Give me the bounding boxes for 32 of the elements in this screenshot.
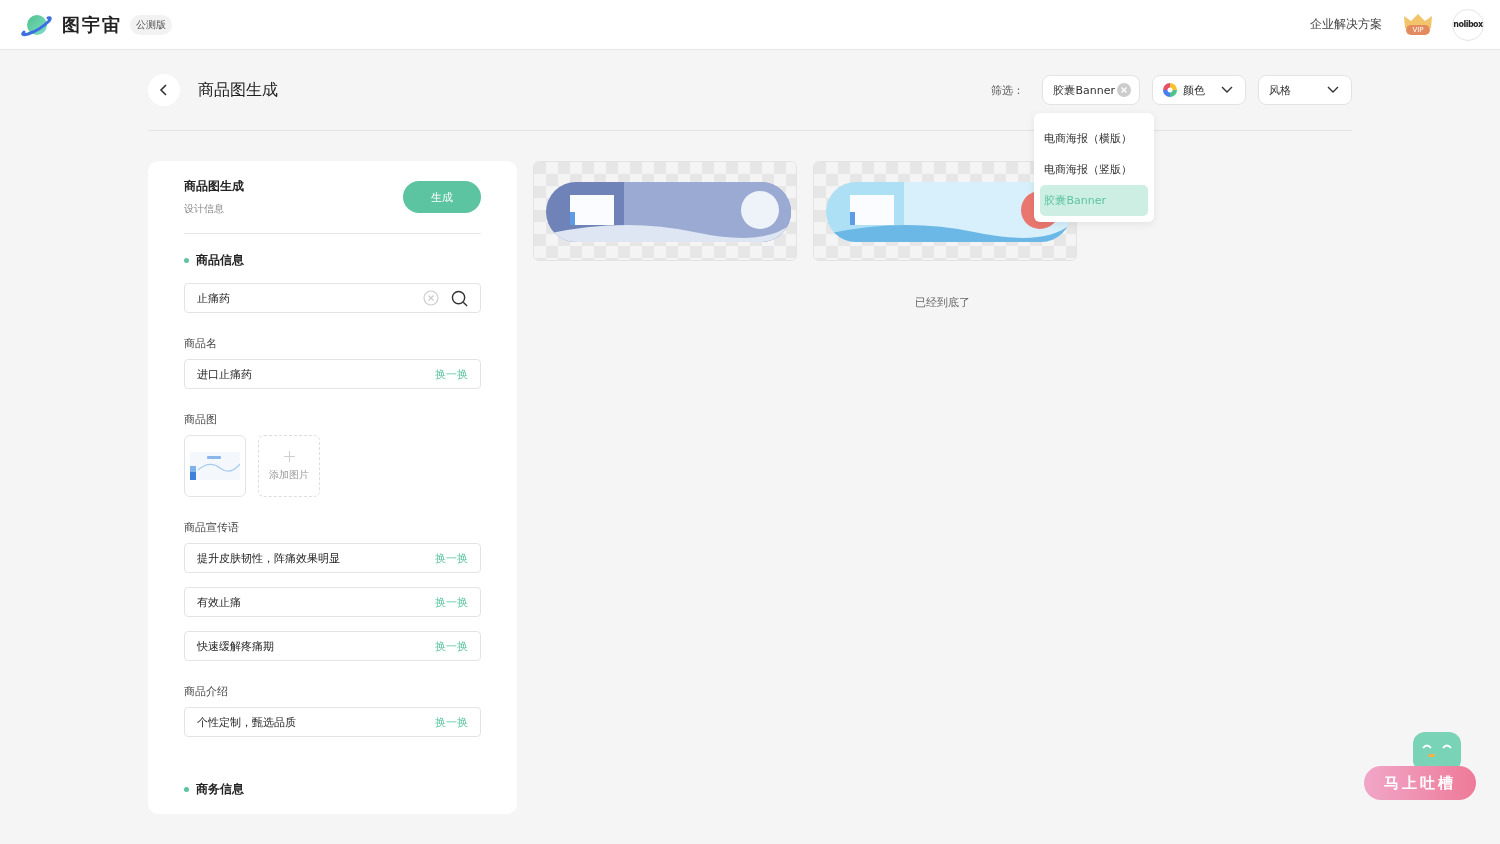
mascot-icon bbox=[1413, 732, 1461, 768]
dropdown-option[interactable]: 电商海报（竖版） bbox=[1040, 154, 1149, 185]
back-button[interactable] bbox=[148, 74, 180, 106]
field-label: 商品名 bbox=[184, 336, 218, 351]
beta-badge: 公测版 bbox=[130, 14, 172, 35]
field-label: 商品图 bbox=[184, 412, 218, 427]
product-name-field[interactable]: 进口止痛药 换一换 bbox=[184, 359, 481, 389]
search-icon[interactable] bbox=[451, 289, 468, 307]
intro-field[interactable]: 个性定制，甄选品质 换一换 bbox=[184, 707, 481, 737]
filter-label: 筛选： bbox=[991, 82, 1025, 98]
color-wheel-icon bbox=[1163, 83, 1177, 97]
panel-title: 商品图生成 bbox=[184, 178, 244, 195]
style-filter[interactable]: 风格 bbox=[1258, 75, 1352, 105]
plus-icon bbox=[283, 450, 295, 462]
caret-icon bbox=[1221, 86, 1233, 94]
field-label: 商品介绍 bbox=[184, 684, 229, 699]
enterprise-link[interactable]: 企业解决方案 bbox=[1310, 16, 1382, 33]
slogan-field[interactable]: 快速缓解疼痛期 换一换 bbox=[184, 631, 481, 661]
dropdown-option[interactable]: 电商海报（横版） bbox=[1040, 123, 1149, 154]
page-title: 商品图生成 bbox=[198, 79, 278, 101]
slogan-field[interactable]: 提升皮肤韧性，阵痛效果明显 换一换 bbox=[184, 543, 481, 573]
section-title: 商品信息 bbox=[184, 252, 481, 269]
type-filter[interactable]: 胶囊Banner bbox=[1042, 75, 1140, 105]
logo-text: 图宇宙 bbox=[62, 12, 122, 37]
search-field[interactable]: 止痛药 bbox=[184, 283, 481, 313]
caret-icon bbox=[1327, 86, 1339, 94]
color-filter[interactable]: 颜色 bbox=[1152, 75, 1246, 105]
section-title: 商务信息 bbox=[184, 781, 481, 798]
slogan-field[interactable]: 有效止痛 换一换 bbox=[184, 587, 481, 617]
field-label: 商品宣传语 bbox=[184, 520, 240, 535]
panel-subtitle: 设计信息 bbox=[184, 202, 225, 216]
end-of-list-text: 已经到底了 bbox=[914, 295, 971, 310]
